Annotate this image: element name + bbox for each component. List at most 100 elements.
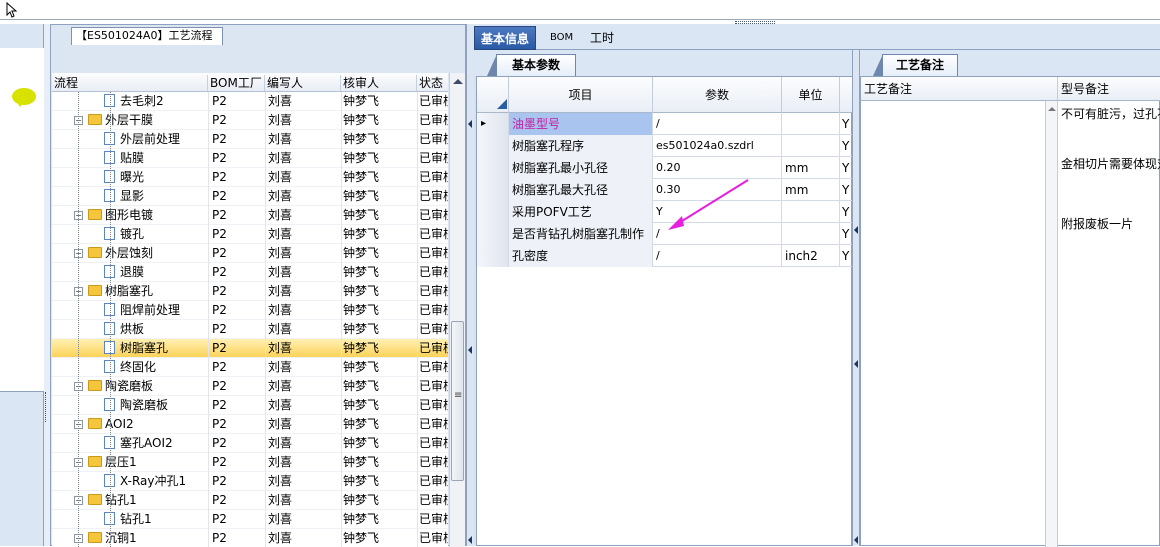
col-header-model-notes[interactable]: 型号备注 (1058, 77, 1160, 101)
tree-node[interactable]: 塞孔AOI2 (52, 434, 207, 453)
tab-bom[interactable]: BOM (544, 26, 579, 50)
tree-node[interactable]: 陶瓷磨板 (52, 396, 207, 415)
param-row[interactable]: 采用POFV工艺 Y Y (477, 201, 853, 223)
notes-scrollbar[interactable] (1046, 101, 1058, 547)
tree-node[interactable]: − 钻孔1 (52, 491, 207, 510)
scroll-up-icon[interactable] (453, 79, 463, 84)
chat-bubble-icon[interactable] (12, 88, 36, 107)
tree-node[interactable]: 退膜 (52, 263, 207, 282)
param-row[interactable]: 树脂塞孔最大孔径 0.30 mm Y (477, 179, 853, 201)
tree-node[interactable]: − 沉铜1 (52, 529, 207, 547)
tree-row[interactable]: 镀孔 P2 刘喜 钟梦飞 已审核 (52, 225, 448, 244)
tree-row[interactable]: −陶瓷磨板 P2 刘喜 钟梦飞 已审核 (52, 377, 448, 396)
tree-row[interactable]: −外层干膜 P2 刘喜 钟梦飞 已审核 (52, 111, 448, 130)
tree-node[interactable]: 显影 (52, 187, 207, 206)
row-header[interactable] (477, 135, 509, 157)
tab-basic-info[interactable]: 基本信息 (474, 26, 537, 50)
col-header-writer[interactable]: 编写人 (265, 75, 341, 91)
col-header-item[interactable]: 项目 (509, 77, 653, 113)
param-value-cell[interactable]: Y (653, 201, 782, 223)
scroll-up-icon[interactable] (1048, 107, 1056, 111)
collapse-left-icon[interactable] (854, 536, 858, 544)
tree-row[interactable]: −钻孔1 P2 刘喜 钟梦飞 已审核 (52, 491, 448, 510)
tree-node[interactable]: − 陶瓷磨板 (52, 377, 207, 396)
tree-node[interactable]: − 图形电镀 (52, 206, 207, 225)
tree-row[interactable]: 外层前处理 P2 刘喜 钟梦飞 已审核 (52, 130, 448, 149)
right-splitter[interactable] (852, 50, 860, 546)
tree-row[interactable]: 烘板 P2 刘喜 钟梦飞 已审核 (52, 320, 448, 339)
param-value-cell[interactable]: / (653, 223, 782, 245)
col-header-flow[interactable]: 流程 (52, 75, 208, 91)
tree-row[interactable]: 塞孔AOI2 P2 刘喜 钟梦飞 已审核 (52, 434, 448, 453)
param-value-cell[interactable]: 0.20 (653, 157, 782, 179)
tree-row[interactable]: −外层蚀刻 P2 刘喜 钟梦飞 已审核 (52, 244, 448, 263)
param-value-cell[interactable]: 0.30 (653, 179, 782, 201)
tree-node[interactable]: 曝光 (52, 168, 207, 187)
tree-node[interactable]: − 层压1 (52, 453, 207, 472)
param-row[interactable]: 树脂塞孔最小孔径 0.20 mm Y (477, 157, 853, 179)
collapse-left-icon[interactable] (468, 120, 472, 128)
row-header[interactable] (477, 245, 509, 267)
process-notes-area[interactable] (861, 101, 1046, 547)
tree-row[interactable]: 树脂塞孔 P2 刘喜 钟梦飞 已审核 (52, 339, 448, 358)
tree-scrollbar[interactable] (449, 73, 465, 547)
col-header-param[interactable]: 参数 (653, 77, 782, 113)
param-value-cell[interactable]: es501024a0.szdrl (653, 135, 782, 157)
tree-node[interactable]: 阻焊前处理 (52, 301, 207, 320)
tree-row[interactable]: 钻孔1 P2 刘喜 钟梦飞 已审核 (52, 510, 448, 529)
tree-node[interactable]: 贴膜 (52, 149, 207, 168)
tree-node[interactable]: 去毛刺2 (52, 92, 207, 111)
tree-node[interactable]: 树脂塞孔 (52, 339, 207, 358)
tree-row[interactable]: 显影 P2 刘喜 钟梦飞 已审核 (52, 187, 448, 206)
col-header-bom[interactable]: BOM工厂 (208, 75, 265, 91)
row-header[interactable] (477, 223, 509, 245)
middle-splitter[interactable] (466, 24, 474, 546)
tree-row[interactable]: −沉铜1 P2 刘喜 钟梦飞 已审核 (52, 529, 448, 547)
tree-row[interactable]: 终固化 P2 刘喜 钟梦飞 已审核 (52, 358, 448, 377)
scroll-thumb[interactable] (451, 321, 464, 481)
tree-row[interactable]: −图形电镀 P2 刘喜 钟梦飞 已审核 (52, 206, 448, 225)
tree-node[interactable]: − AOI2 (52, 415, 207, 434)
tree-row[interactable]: X-Ray冲孔1 P2 刘喜 钟梦飞 已审核 (52, 472, 448, 491)
tree-row[interactable]: 阻焊前处理 P2 刘喜 钟梦飞 已审核 (52, 301, 448, 320)
param-row[interactable]: 树脂塞孔程序 es501024a0.szdrl Y (477, 135, 853, 157)
tree-node[interactable]: − 树脂塞孔 (52, 282, 207, 301)
col-header-status[interactable]: 状态 (417, 75, 448, 91)
row-header[interactable] (477, 157, 509, 179)
param-row[interactable]: ▸ 油墨型号 / Y (477, 113, 853, 135)
tree-row[interactable]: 曝光 P2 刘喜 钟梦飞 已审核 (52, 168, 448, 187)
tree-node[interactable]: 烘板 (52, 320, 207, 339)
col-header-unit[interactable]: 单位 (782, 77, 840, 113)
tree-row[interactable]: 陶瓷磨板 P2 刘喜 钟梦飞 已审核 (52, 396, 448, 415)
tree-node[interactable]: 镀孔 (52, 225, 207, 244)
tree-node[interactable]: 外层前处理 (52, 130, 207, 149)
collapse-left-icon[interactable] (854, 360, 858, 368)
param-grid: 项目 参数 单位 ▸ 油墨型号 / Y 树脂塞孔程序 es501024a0.szdrl Y 树… (476, 76, 853, 546)
collapse-left-icon[interactable] (468, 536, 472, 544)
tree-row[interactable]: −层压1 P2 刘喜 钟梦飞 已审核 (52, 453, 448, 472)
tree-row[interactable]: −AOI2 P2 刘喜 钟梦飞 已审核 (52, 415, 448, 434)
tree-row[interactable]: 去毛刺2 P2 刘喜 钟梦飞 已审核 (52, 92, 448, 111)
tab-process-notes[interactable]: 工艺备注 (873, 54, 958, 76)
param-row[interactable]: 孔密度 / inch2 Y (477, 245, 853, 267)
tree-row[interactable]: −树脂塞孔 P2 刘喜 钟梦飞 已审核 (52, 282, 448, 301)
tree-node[interactable]: X-Ray冲孔1 (52, 472, 207, 491)
row-header[interactable] (477, 201, 509, 223)
collapse-left-icon[interactable] (468, 346, 472, 354)
param-value-cell[interactable]: / (653, 245, 782, 267)
tree-node[interactable]: 钻孔1 (52, 510, 207, 529)
tree-node[interactable]: − 外层干膜 (52, 111, 207, 130)
col-header-process-notes[interactable]: 工艺备注 (861, 77, 1058, 101)
current-row-indicator-icon[interactable]: ▸ (477, 113, 509, 135)
tree-node[interactable]: − 外层蚀刻 (52, 244, 207, 263)
tree-row[interactable]: 贴膜 P2 刘喜 钟梦飞 已审核 (52, 149, 448, 168)
tab-basic-params[interactable]: 基本参数 (487, 54, 576, 76)
row-header[interactable] (477, 179, 509, 201)
param-value-cell[interactable]: / (653, 113, 782, 135)
col-header-reviewer[interactable]: 核审人 (341, 75, 417, 91)
param-row[interactable]: 是否背钻孔树脂塞孔制作 / Y (477, 223, 853, 245)
collapse-left-icon[interactable] (854, 226, 858, 234)
tree-row[interactable]: 退膜 P2 刘喜 钟梦飞 已审核 (52, 263, 448, 282)
tree-node[interactable]: 终固化 (52, 358, 207, 377)
tab-work-hours[interactable]: 工时 (584, 26, 620, 50)
